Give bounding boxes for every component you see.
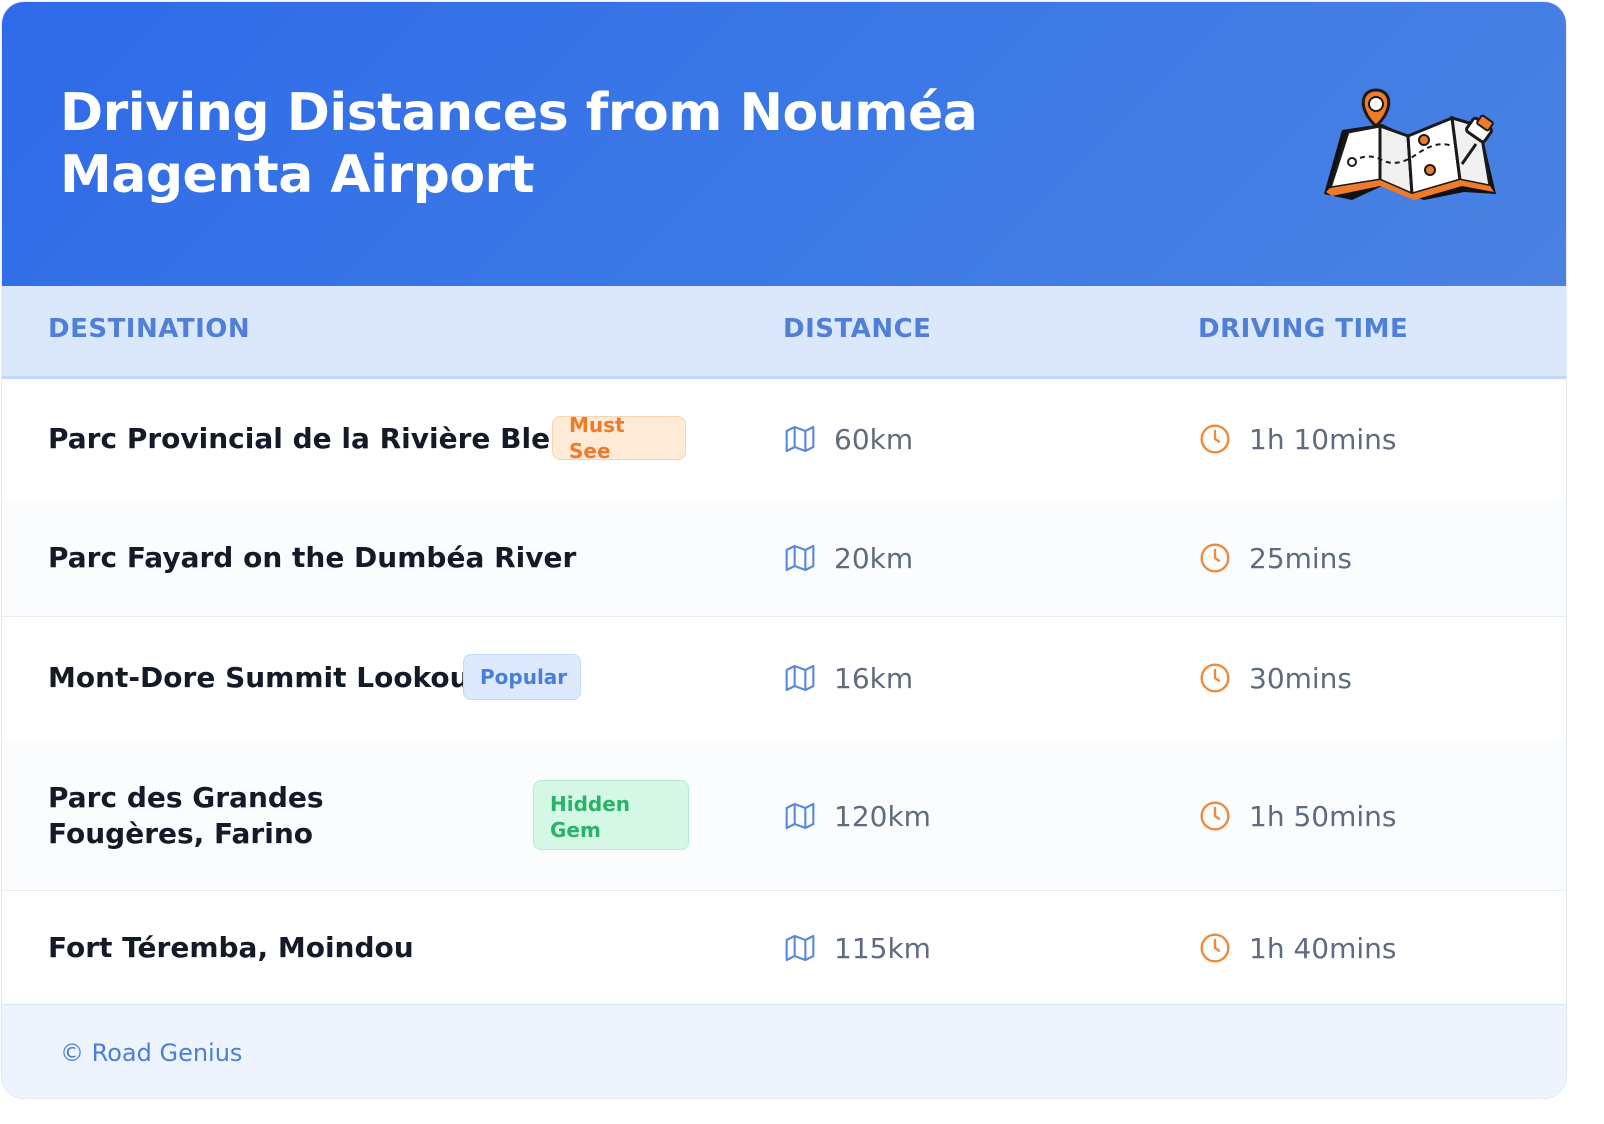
table-row: Parc Fayard on the Dumbéa River 20km 25m… [2,500,1566,617]
map-icon [785,934,815,962]
destination-name: Fort Téremba, Moindou [48,931,414,964]
table-row: Fort Téremba, Moindou 115km 1h 40mins [2,890,1566,1004]
map-icon [785,664,815,692]
clock-icon [1200,933,1230,963]
destination-name: Mont-Dore Summit Lookout [48,661,483,694]
clock-icon [1200,543,1230,573]
map-icon [785,544,815,572]
driving-time-value: 1h 10mins [1249,423,1397,456]
table-row: Mont-Dore Summit Lookout Popular 16km 30… [2,616,1566,741]
column-header-driving-time: DRIVING TIME [1198,314,1409,344]
distance-value: 20km [834,542,914,575]
table-row: Parc des Grandes Fougères, Farino Hidden… [2,740,1566,891]
clock-icon [1200,424,1230,454]
card-footer: © Road Genius [2,1004,1566,1098]
clock-icon [1200,663,1230,693]
driving-time-value: 30mins [1249,662,1353,695]
distance-value: 120km [834,800,931,833]
clock-icon [1200,801,1230,831]
destination-name: Parc Fayard on the Dumbéa River [48,541,577,574]
table-row: Parc Provincial de la Rivière Bleue Must… [2,379,1566,501]
table-header: DESTINATION DISTANCE DRIVING TIME [2,286,1566,379]
driving-time-value: 1h 40mins [1249,932,1397,965]
destination-name: Parc des Grandes Fougères, Farino [48,781,324,850]
driving-time-value: 1h 50mins [1249,800,1397,833]
column-header-distance: DISTANCE [783,314,932,344]
driving-time-value: 25mins [1249,542,1353,575]
page-title: Driving Distances from Nouméa Magenta Ai… [60,83,978,205]
column-header-destination: DESTINATION [48,314,251,344]
destination-name: Parc Provincial de la Rivière Bleue [48,422,590,455]
map-icon [785,425,815,453]
distance-value: 16km [834,662,914,695]
card-header: Driving Distances from Nouméa Magenta Ai… [2,2,1566,286]
distance-value: 60km [834,423,914,456]
badge-popular: Popular [463,654,581,700]
map-icon [785,802,815,830]
distance-value: 115km [834,932,931,965]
badge-hidden-gem: Hidden Gem [533,780,689,850]
badge-must-see: Must See [552,413,686,463]
footer-credit-link[interactable]: © Road Genius [60,1039,242,1067]
map-pin-icon [1324,88,1496,200]
distance-card: Driving Distances from Nouméa Magenta Ai… [2,2,1566,1098]
